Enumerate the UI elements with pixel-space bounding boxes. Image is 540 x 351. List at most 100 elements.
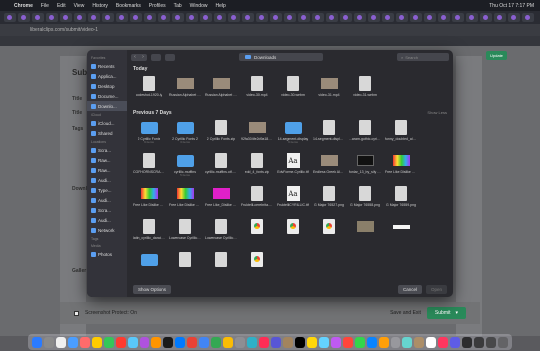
- save-and-exit-button[interactable]: Save and Exit: [390, 310, 421, 316]
- file-item[interactable]: G Major 76558.png: [349, 185, 381, 216]
- dock-app-icon[interactable]: [438, 336, 449, 348]
- browser-tab[interactable]: [200, 13, 212, 22]
- browser-tab[interactable]: [228, 13, 240, 22]
- browser-tab[interactable]: [74, 13, 86, 22]
- dock-app-icon[interactable]: [139, 336, 150, 348]
- dock-app-icon[interactable]: [55, 336, 66, 348]
- browser-tab[interactable]: [312, 13, 324, 22]
- update-button[interactable]: Update: [486, 51, 507, 60]
- search-field[interactable]: ⌕ Search: [397, 53, 449, 61]
- dock-app-icon[interactable]: [342, 336, 353, 348]
- file-item[interactable]: [169, 251, 201, 279]
- file-item[interactable]: Russian Alphabet Dance h...hoho.mp4: [169, 75, 201, 106]
- dock-app-icon[interactable]: [79, 336, 90, 348]
- file-item[interactable]: CGFHORNSCRAH...ARGANA: [133, 152, 165, 183]
- file-item[interactable]: fonlar_13_by_sily bobs0d_dfrr.png: [349, 152, 381, 183]
- sidebar-item[interactable]: Desktop: [87, 81, 127, 91]
- browser-tab[interactable]: [466, 13, 478, 22]
- dock-app-icon[interactable]: [163, 336, 174, 348]
- dock-app-icon[interactable]: [294, 336, 305, 348]
- sidebar-item[interactable]: Applica...: [87, 71, 127, 81]
- file-item[interactable]: Free Like_Dislike Logo in...6019.png: [205, 185, 237, 216]
- sidebar-item[interactable]: Recents: [87, 61, 127, 71]
- dock-app-icon[interactable]: [91, 336, 102, 348]
- file-item[interactable]: Lowercase Cyrillic Letters...fix.webm: [205, 218, 237, 249]
- file-item[interactable]: video-31.mp4: [313, 75, 345, 106]
- dock-app-icon[interactable]: [175, 336, 186, 348]
- file-item[interactable]: Free Like Dislike Logo in...6539.png: [169, 185, 201, 216]
- sidebar-item[interactable]: Audi...: [87, 195, 127, 205]
- sidebar-item[interactable]: Audi...: [87, 215, 127, 225]
- forward-icon[interactable]: ›: [142, 54, 144, 60]
- menu-edit[interactable]: Edit: [57, 3, 66, 9]
- dock-app-icon[interactable]: [426, 336, 437, 348]
- dock-app-icon[interactable]: [199, 336, 210, 348]
- sidebar-item[interactable]: Scra...: [87, 205, 127, 215]
- browser-tab[interactable]: [270, 13, 282, 22]
- dock-app-icon[interactable]: [259, 336, 269, 348]
- file-item[interactable]: 2 Cyrillic Fonts 23 items: [169, 119, 201, 150]
- file-item[interactable]: [277, 218, 309, 249]
- menu-history[interactable]: History: [92, 3, 108, 9]
- sidebar-item[interactable]: Type...: [87, 185, 127, 195]
- dock-app-icon[interactable]: [115, 336, 126, 348]
- file-item[interactable]: video-31.webm: [349, 75, 381, 106]
- back-forward-buttons[interactable]: ‹ ›: [131, 53, 147, 61]
- browser-tab[interactable]: [116, 13, 128, 22]
- menu-tab[interactable]: Tab: [174, 3, 182, 9]
- dock-app-icon[interactable]: [378, 336, 389, 348]
- file-item[interactable]: Free Like Dislike Logo in...6538.png: [133, 185, 165, 216]
- file-item[interactable]: G Major 76559.png: [385, 185, 417, 216]
- browser-tab[interactable]: [410, 13, 422, 22]
- browser-tab[interactable]: [298, 13, 310, 22]
- browser-tab[interactable]: [214, 13, 226, 22]
- browser-tab[interactable]: [508, 13, 520, 22]
- sidebar-item[interactable]: Docume...: [87, 91, 127, 101]
- browser-tab[interactable]: [32, 13, 44, 22]
- file-item[interactable]: 2 Cyrillic Fonts 9 items: [133, 119, 165, 150]
- dock-app-icon[interactable]: [330, 336, 341, 348]
- file-item[interactable]: Fruktelli-cerebrita.zip: [241, 185, 273, 216]
- menu-bookmarks[interactable]: Bookmarks: [116, 3, 141, 9]
- dock-app-icon[interactable]: [223, 336, 234, 348]
- file-item[interactable]: [241, 218, 273, 249]
- browser-tab[interactable]: [186, 13, 198, 22]
- browser-tab[interactable]: [4, 13, 16, 22]
- sidebar-item[interactable]: iCloud...: [87, 118, 127, 128]
- dock-app-icon[interactable]: [247, 336, 258, 348]
- browser-tab[interactable]: [424, 13, 436, 22]
- dock-app-icon[interactable]: [103, 336, 114, 348]
- sidebar-item[interactable]: Raw...: [87, 165, 127, 175]
- menu-help[interactable]: Help: [215, 3, 225, 9]
- dock-app-icon[interactable]: [366, 336, 377, 348]
- location-popup[interactable]: Downloads: [239, 53, 323, 61]
- submit-caret-icon[interactable]: ▾: [455, 310, 458, 316]
- menu-window[interactable]: Window: [190, 3, 208, 9]
- file-item[interactable]: 92fa304fe2d9a18b...ccf9968.webm: [241, 119, 273, 150]
- dock-app-icon[interactable]: [498, 336, 509, 348]
- dock-app-icon[interactable]: [211, 336, 222, 348]
- file-item[interactable]: video-30.webm: [277, 75, 309, 106]
- view-mode-button[interactable]: [151, 53, 161, 61]
- file-item[interactable]: [133, 251, 165, 279]
- browser-tab[interactable]: [88, 13, 100, 22]
- dock-app-icon[interactable]: [474, 336, 485, 348]
- screenshot-protect-checkbox[interactable]: [74, 310, 79, 316]
- browser-tab[interactable]: [46, 13, 58, 22]
- file-item[interactable]: latin_cyrillic_dancing_by...nc_..webm: [133, 218, 165, 249]
- show-options-button[interactable]: Show Options: [133, 284, 172, 294]
- file-item[interactable]: Aa FruktelliCYRILLIC.ttf: [277, 185, 309, 216]
- menu-profiles[interactable]: Profiles: [149, 3, 166, 9]
- dock-app-icon[interactable]: [390, 336, 401, 348]
- file-item[interactable]: 14-segment-display 9 items: [277, 119, 309, 150]
- browser-tab[interactable]: [438, 13, 450, 22]
- browser-tab[interactable]: [452, 13, 464, 22]
- file-item[interactable]: codeshot-1920-ly: [133, 75, 165, 106]
- browser-tab[interactable]: [172, 13, 184, 22]
- file-item[interactable]: [241, 251, 273, 279]
- dock-app-icon[interactable]: [318, 336, 329, 348]
- browser-tab[interactable]: [382, 13, 394, 22]
- file-item[interactable]: ...aram-gothic-cyrillic-...zip.zip: [349, 119, 381, 150]
- sidebar-item[interactable]: Photos: [87, 249, 127, 259]
- dock-app-icon[interactable]: [306, 336, 317, 348]
